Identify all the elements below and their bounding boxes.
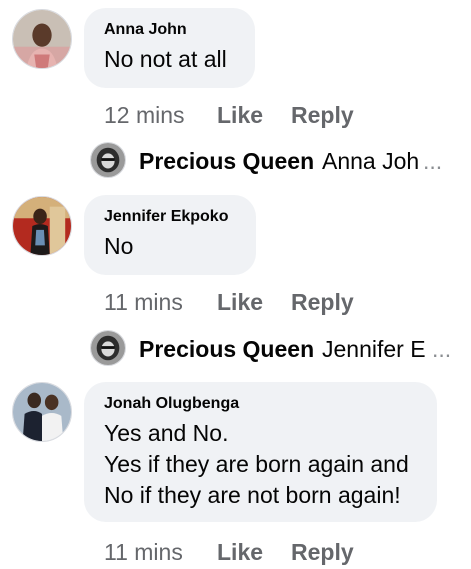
ellipsis: ... (423, 148, 443, 174)
avatar-jennifer-ekpoko[interactable] (12, 196, 72, 256)
avatar-anna-john[interactable] (12, 9, 72, 69)
comment-author[interactable]: Jonah Olugbenga (104, 394, 417, 414)
comment-meta: 11 mins Like Reply (104, 287, 464, 317)
comment-meta: 12 mins Like Reply (104, 100, 464, 130)
comment-time[interactable]: 11 mins (104, 287, 183, 317)
avatar-jonah-olugbenga[interactable] (12, 382, 72, 442)
comment-time[interactable]: 12 mins (104, 100, 185, 130)
comment-bubble[interactable]: Jonah Olugbenga Yes and No. Yes if they … (84, 382, 437, 522)
reply-author[interactable]: Precious Queen (139, 147, 314, 175)
comment-bubble[interactable]: Anna John No not at all (84, 8, 255, 88)
avatar-image (13, 10, 71, 68)
comment-bubble[interactable]: Jennifer Ekpoko No (84, 195, 256, 275)
like-button[interactable]: Like (217, 287, 263, 317)
reply-preview-text: Anna Joh (322, 148, 420, 174)
ellipsis: ... (432, 336, 452, 362)
like-button[interactable]: Like (217, 537, 263, 567)
like-button[interactable]: Like (217, 100, 263, 130)
reply-button[interactable]: Reply (291, 100, 354, 130)
comment-text: No (104, 233, 134, 259)
avatar-image (13, 197, 71, 255)
comment-text-line: No if they are not born again! (104, 482, 401, 508)
comment-text-line: Yes if they are born again and (104, 451, 409, 477)
avatar-precious-queen[interactable] (90, 330, 126, 366)
reply-preview-text: Jennifer E (322, 336, 426, 362)
reply-button[interactable]: Reply (291, 287, 354, 317)
avatar-image (91, 143, 125, 177)
comment-meta: 11 mins Like Reply (104, 537, 464, 567)
reply-button[interactable]: Reply (291, 537, 354, 567)
reply-preview[interactable]: Precious Queen Anna Joh ... (90, 142, 460, 182)
comment-text-line: Yes and No. (104, 420, 229, 446)
reply-author[interactable]: Precious Queen (139, 335, 314, 363)
comment-author[interactable]: Anna John (104, 20, 235, 40)
comment-text: No not at all (104, 46, 227, 72)
comment-author[interactable]: Jennifer Ekpoko (104, 207, 236, 227)
comment-time[interactable]: 11 mins (104, 537, 183, 567)
reply-preview[interactable]: Precious Queen Jennifer E ... (90, 330, 460, 370)
avatar-precious-queen[interactable] (90, 142, 126, 178)
avatar-image (91, 331, 125, 365)
avatar-image (13, 383, 71, 441)
